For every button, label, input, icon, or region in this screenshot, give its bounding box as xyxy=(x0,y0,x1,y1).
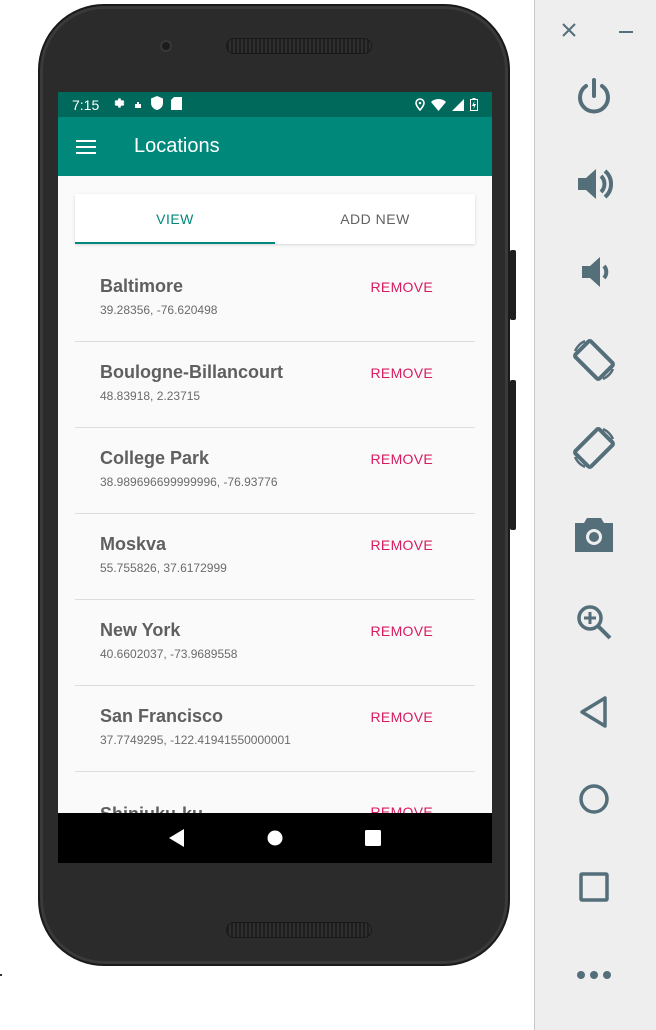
close-icon[interactable] xyxy=(561,18,577,50)
divider-dot xyxy=(0,974,2,976)
volume-down-icon[interactable] xyxy=(570,248,618,296)
window-controls xyxy=(535,0,656,50)
nav-home-icon[interactable] xyxy=(266,829,284,847)
back-icon[interactable] xyxy=(570,688,618,736)
page-title: Locations xyxy=(134,135,220,157)
home-icon[interactable] xyxy=(570,775,618,823)
remove-button[interactable]: REMOVE xyxy=(371,709,433,725)
list-item: Baltimore 39.28356, -76.620498 REMOVE xyxy=(75,256,475,342)
overview-icon[interactable] xyxy=(570,863,618,911)
status-right-icons xyxy=(415,98,478,111)
side-power-button[interactable] xyxy=(510,250,516,320)
location-coords: 37.7749295, -122.41941550000001 xyxy=(100,733,291,747)
menu-icon[interactable] xyxy=(76,135,100,159)
remove-button[interactable]: REMOVE xyxy=(371,451,433,467)
location-coords: 40.6602037, -73.9689558 xyxy=(100,647,238,661)
signal-icon xyxy=(452,98,464,111)
location-name: San Francisco xyxy=(100,706,224,726)
more-icon[interactable] xyxy=(570,951,618,999)
rotate-left-icon[interactable] xyxy=(570,336,618,384)
rotate-right-icon[interactable] xyxy=(570,424,618,472)
side-volume-rocker[interactable] xyxy=(510,380,516,530)
list-item: San Francisco 37.7749295, -122.419415500… xyxy=(75,686,475,772)
remove-button[interactable]: REMOVE xyxy=(371,279,433,295)
power-icon[interactable] xyxy=(570,72,618,120)
location-coords: 55.755826, 37.6172999 xyxy=(100,561,227,575)
location-icon xyxy=(415,98,425,111)
sd-card-icon xyxy=(171,96,183,113)
emulator-toolbar xyxy=(534,0,656,1030)
wifi-icon xyxy=(431,98,446,111)
locations-list: Baltimore 39.28356, -76.620498 REMOVE Bo… xyxy=(75,256,475,832)
bottom-speaker xyxy=(226,922,372,938)
notification-icon xyxy=(133,97,143,113)
system-nav-bar xyxy=(58,813,492,863)
app-bar: Locations xyxy=(58,117,492,176)
location-name: Moskva xyxy=(100,534,167,554)
location-coords: 38.989696699999996, -76.93776 xyxy=(100,475,278,489)
status-time: 7:15 xyxy=(72,96,100,113)
nav-back-icon[interactable] xyxy=(168,829,186,847)
zoom-icon[interactable] xyxy=(570,598,618,646)
remove-button[interactable]: REMOVE xyxy=(371,365,433,381)
front-camera xyxy=(160,40,172,52)
battery-icon xyxy=(470,98,478,111)
minimize-icon[interactable] xyxy=(618,18,634,50)
location-coords: 48.83918, 2.23715 xyxy=(100,389,201,403)
location-name: New York xyxy=(100,620,181,640)
tab-view[interactable]: VIEW xyxy=(75,194,275,244)
list-item: Moskva 55.755826, 37.6172999 REMOVE xyxy=(75,514,475,600)
emulator-window: 7:15 Locations VIEW ADD NEW Baltimore 39… xyxy=(0,0,656,1030)
list-item: New York 40.6602037, -73.9689558 REMOVE xyxy=(75,600,475,686)
list-item: College Park 38.989696699999996, -76.937… xyxy=(75,428,475,514)
camera-icon[interactable] xyxy=(570,511,618,559)
remove-button[interactable]: REMOVE xyxy=(371,623,433,639)
settings-icon xyxy=(111,96,125,113)
tab-bar: VIEW ADD NEW xyxy=(75,194,475,244)
location-name: College Park xyxy=(100,448,210,468)
list-item: Boulogne-Billancourt 48.83918, 2.23715 R… xyxy=(75,342,475,428)
location-name: Baltimore xyxy=(100,276,184,296)
location-name: Boulogne-Billancourt xyxy=(100,362,283,382)
shield-icon xyxy=(151,96,164,113)
remove-button[interactable]: REMOVE xyxy=(371,537,433,553)
device-screen: 7:15 Locations VIEW ADD NEW Baltimore 39… xyxy=(58,92,492,863)
nav-overview-icon[interactable] xyxy=(364,829,382,847)
status-bar: 7:15 xyxy=(58,92,492,117)
top-speaker xyxy=(226,38,372,54)
volume-up-icon[interactable] xyxy=(570,160,618,208)
tab-add-new[interactable]: ADD NEW xyxy=(275,194,475,244)
location-coords: 39.28356, -76.620498 xyxy=(100,303,218,317)
